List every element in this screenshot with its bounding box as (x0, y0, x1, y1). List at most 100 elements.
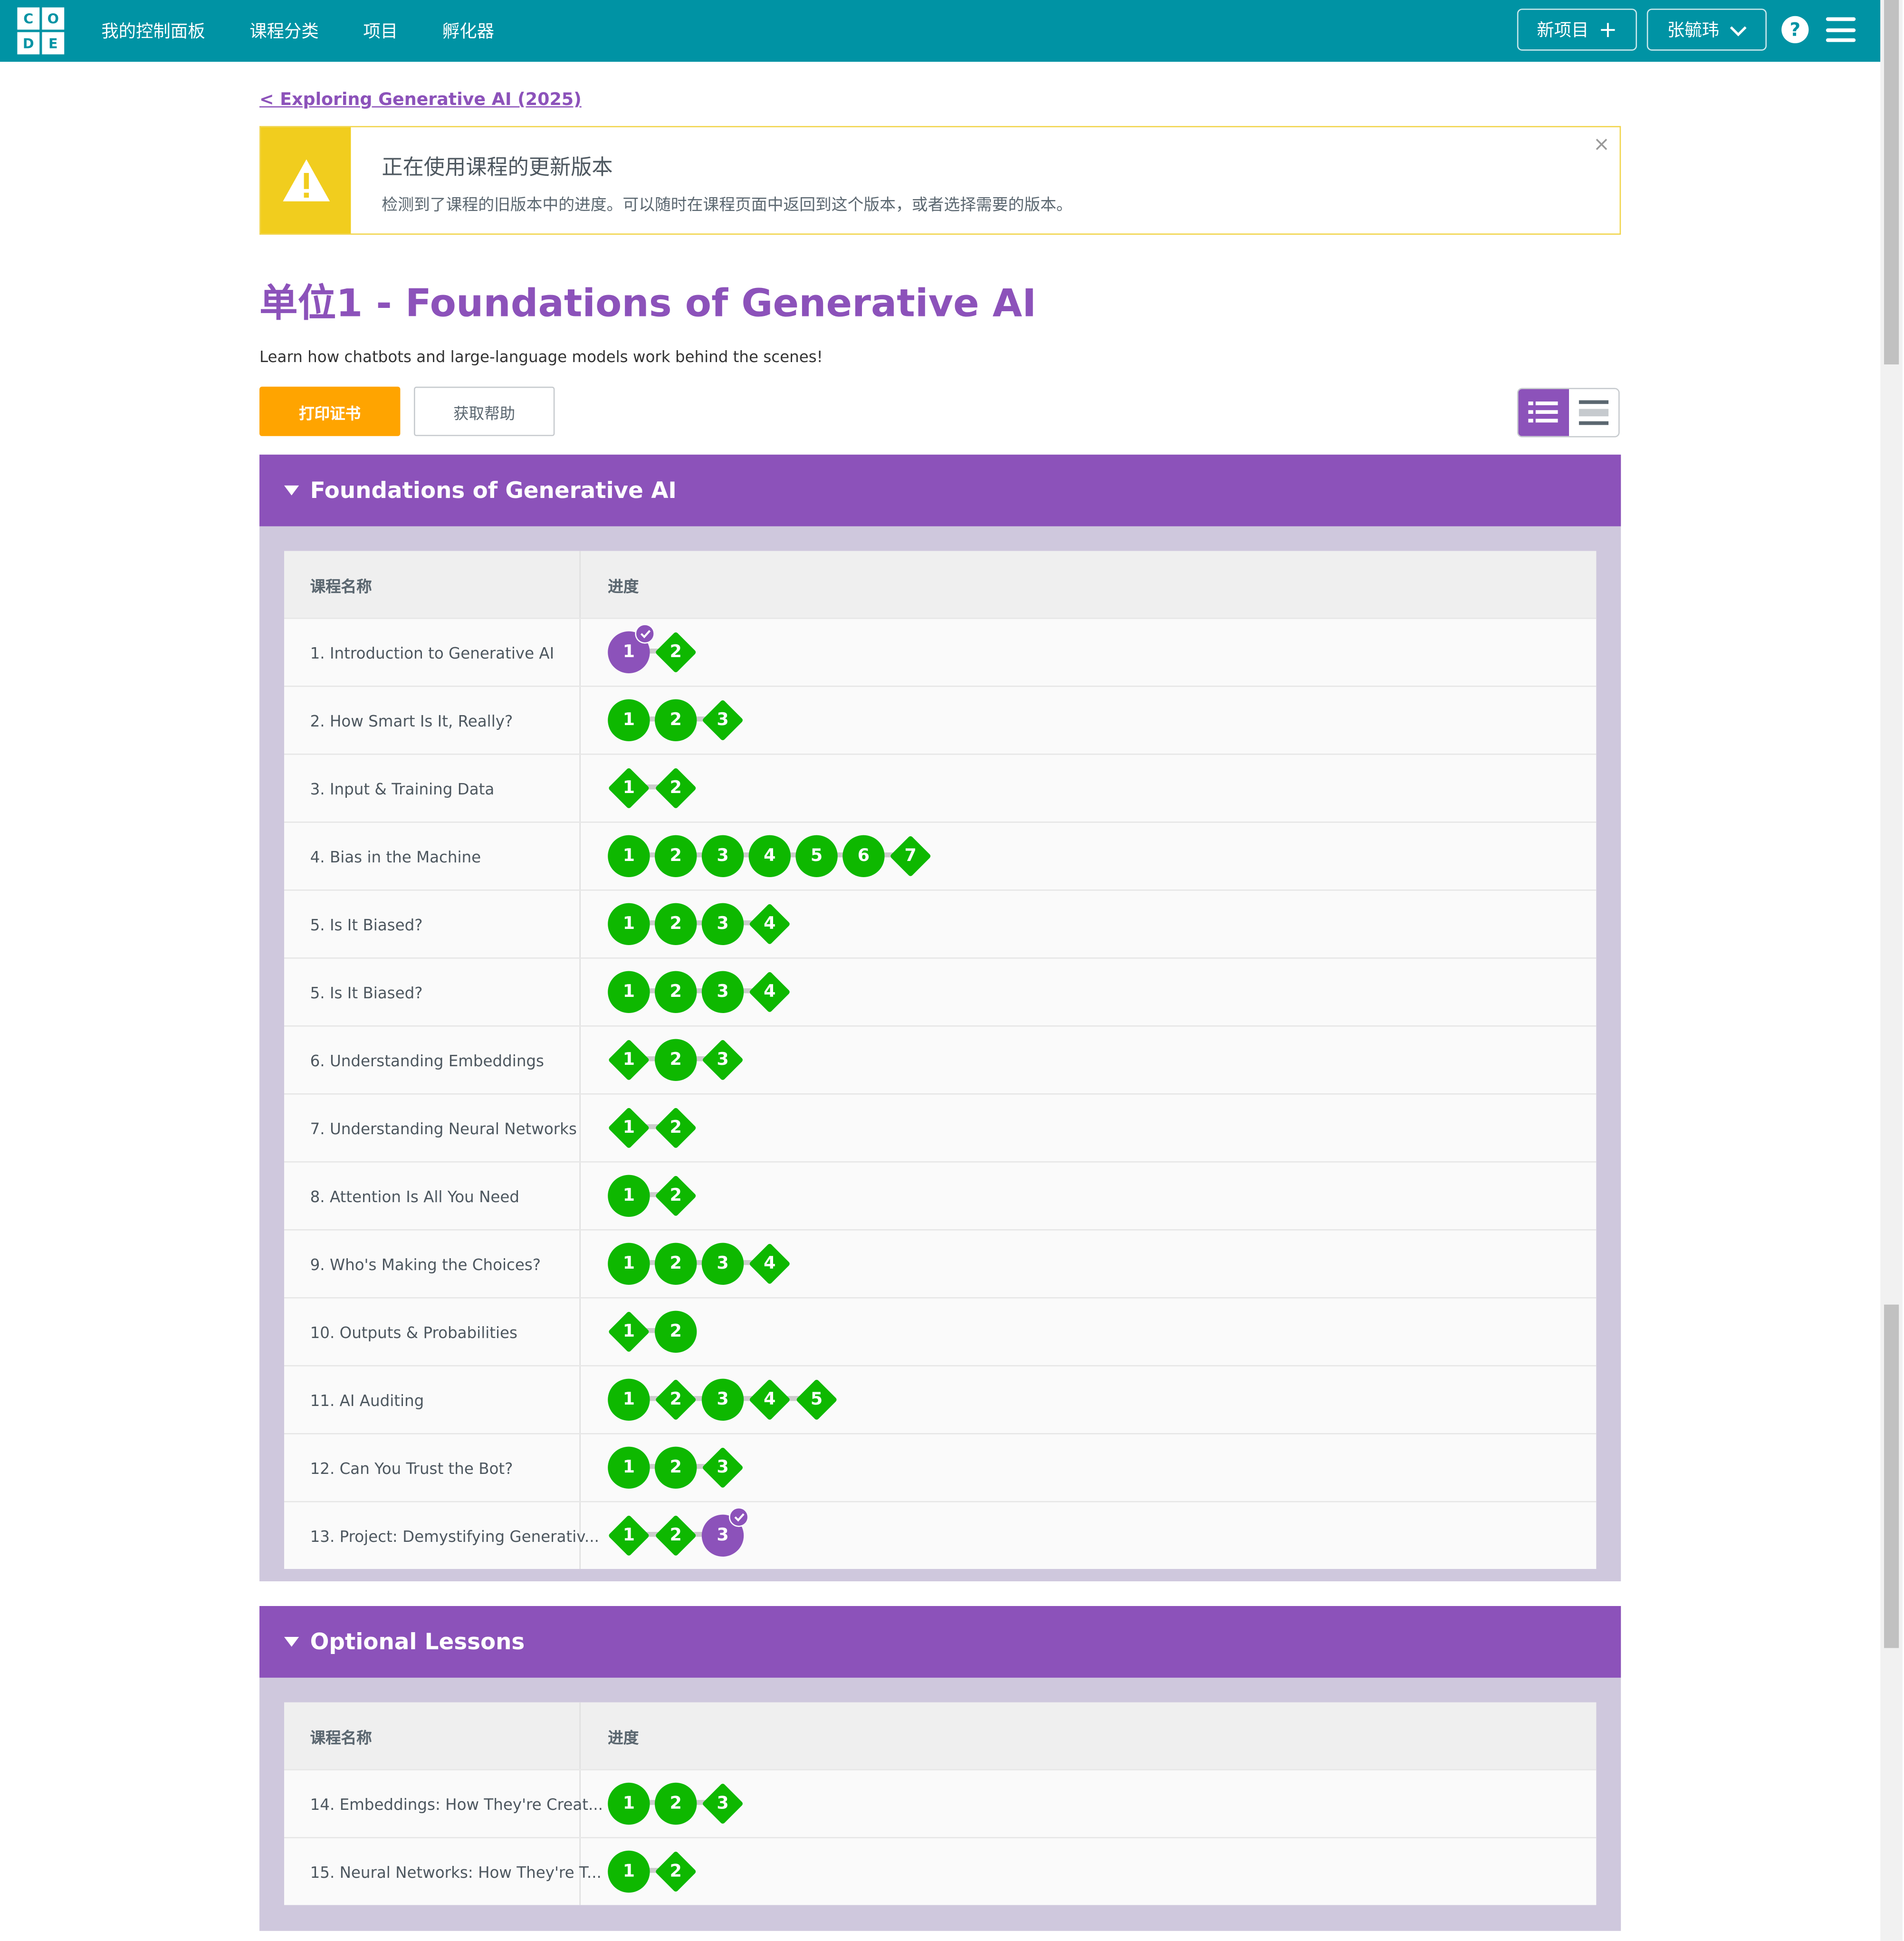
level-bubble-diamond[interactable]: 1 (608, 1514, 650, 1557)
page-scrollbar[interactable] (1880, 0, 1903, 1941)
level-bubble[interactable]: 1 (608, 1175, 650, 1217)
lesson-row: 15. Neural Networks: How They're T... 1 2 (284, 1837, 1597, 1905)
lesson-name-link[interactable]: 3. Input & Training Data (284, 755, 581, 822)
get-help-button[interactable]: 获取帮助 (413, 386, 555, 436)
lesson-name-link[interactable]: 14. Embeddings: How They're Creat... (284, 1770, 603, 1837)
level-bubble[interactable]: 1 (608, 624, 655, 673)
level-bubble[interactable]: 1 (608, 1243, 650, 1285)
level-bubble[interactable]: 2 (655, 971, 697, 1013)
nav-link-incubator[interactable]: 孵化器 (442, 19, 494, 43)
close-icon[interactable]: × (1593, 132, 1610, 155)
lesson-name-link[interactable]: 11. AI Auditing (284, 1366, 581, 1433)
nav-link-course-catalog[interactable]: 课程分类 (249, 19, 319, 43)
help-icon[interactable]: ? (1781, 16, 1809, 43)
level-bubble-diamond[interactable]: 3 (701, 699, 744, 741)
level-bubble-diamond[interactable]: 2 (655, 631, 697, 673)
level-bubble-diamond[interactable]: 7 (890, 835, 932, 877)
level-bubble-diamond[interactable]: 2 (655, 1107, 697, 1149)
lesson-name-link[interactable]: 4. Bias in the Machine (284, 822, 581, 889)
level-bubble-diamond[interactable]: 2 (655, 767, 697, 809)
level-bubble[interactable]: 1 (608, 903, 650, 945)
level-bubble-diamond[interactable]: 4 (748, 903, 791, 945)
level-bubble[interactable]: 5 (795, 835, 838, 877)
lesson-name-link[interactable]: 12. Can You Trust the Bot? (284, 1434, 581, 1501)
lesson-name-link[interactable]: 6. Understanding Embeddings (284, 1026, 581, 1093)
lesson-name-link[interactable]: 13. Project: Demystifying Generativ... (284, 1502, 599, 1569)
level-bubble[interactable]: 1 (608, 835, 650, 877)
level-bubble-diamond[interactable]: 1 (608, 1039, 650, 1081)
lesson-name-link[interactable]: 15. Neural Networks: How They're T... (284, 1838, 602, 1905)
lesson-group-header[interactable]: Optional Lessons (259, 1606, 1621, 1678)
level-bubble-diamond[interactable]: 1 (608, 767, 650, 809)
lesson-name-link[interactable]: 9. Who's Making the Choices? (284, 1230, 581, 1297)
lesson-group-title: Optional Lessons (310, 1629, 525, 1655)
detail-view-button[interactable] (1518, 389, 1569, 436)
level-bubble[interactable]: 2 (655, 1446, 697, 1489)
lesson-name-link[interactable]: 5. Is It Biased? (284, 890, 581, 957)
level-bubble[interactable]: 1 (608, 699, 650, 741)
level-bubble-diamond[interactable]: 4 (748, 1243, 791, 1285)
level-bubble[interactable]: 1 (608, 1446, 650, 1489)
nav-link-projects[interactable]: 项目 (363, 19, 398, 43)
caret-down-icon (284, 1636, 299, 1647)
level-bubble[interactable]: 3 (701, 835, 744, 877)
level-bubble[interactable]: 1 (608, 1378, 650, 1421)
level-bubble[interactable]: 3 (701, 903, 744, 945)
level-bubble[interactable]: 3 (701, 1507, 749, 1557)
progress-bubbles: 12 (608, 1175, 702, 1217)
level-bubble-diamond[interactable]: 3 (701, 1782, 744, 1825)
lesson-progress-cell: 12 (582, 755, 1597, 822)
lesson-name-link[interactable]: 5. Is It Biased? (284, 958, 581, 1025)
level-bubble[interactable]: 3 (701, 1378, 744, 1421)
level-bubble[interactable]: 1 (608, 1850, 650, 1893)
level-bubble-diamond[interactable]: 2 (655, 1514, 697, 1557)
lesson-name-link[interactable]: 8. Attention Is All You Need (284, 1162, 581, 1229)
level-bubble[interactable]: 2 (655, 1782, 697, 1825)
level-bubble[interactable]: 2 (655, 1039, 697, 1081)
new-project-button[interactable]: 新项目 + (1517, 9, 1637, 51)
lesson-name-link[interactable]: 7. Understanding Neural Networks (284, 1094, 581, 1161)
version-notice-banner: 正在使用课程的更新版本 检测到了课程的旧版本中的进度。可以随时在课程页面中返回到… (259, 126, 1621, 235)
nav-link-dashboard[interactable]: 我的控制面板 (101, 19, 205, 43)
level-bubble-diamond[interactable]: 4 (748, 1378, 791, 1421)
scrollbar-thumb[interactable] (1884, 0, 1899, 364)
level-bubble[interactable]: 4 (748, 835, 791, 877)
scrollbar-thumb[interactable] (1884, 1304, 1899, 1648)
summary-view-button[interactable] (1568, 389, 1618, 436)
lesson-group-header[interactable]: Foundations of Generative AI (259, 454, 1621, 526)
level-bubble[interactable]: 2 (655, 1310, 697, 1353)
level-bubble[interactable]: 2 (655, 699, 697, 741)
code-logo[interactable]: C O D E (17, 7, 65, 55)
level-bubble[interactable]: 3 (701, 971, 744, 1013)
level-bubble[interactable]: 1 (608, 1782, 650, 1825)
level-bubble-diamond[interactable]: 1 (608, 1107, 650, 1149)
notice-body: 检测到了课程的旧版本中的进度。可以随时在课程页面中返回到这个版本，或者选择需要的… (382, 196, 1072, 215)
level-bubble-diamond[interactable]: 2 (655, 1175, 697, 1217)
list-summary-icon (1579, 400, 1608, 425)
back-to-course-link[interactable]: < Exploring Generative AI (2025) (259, 90, 582, 110)
print-certificate-button[interactable]: 打印证书 (259, 386, 401, 436)
lesson-name-link[interactable]: 2. How Smart Is It, Really? (284, 687, 581, 754)
lesson-table: 课程名称 进度 14. Embeddings: How They're Crea… (284, 1702, 1597, 1905)
level-bubble-diamond[interactable]: 2 (655, 1850, 697, 1893)
user-menu-button[interactable]: 张毓玮 (1646, 9, 1767, 51)
lesson-name-link[interactable]: 1. Introduction to Generative AI (284, 619, 581, 686)
hamburger-menu-icon[interactable] (1826, 17, 1856, 42)
level-bubble-diamond[interactable]: 4 (748, 971, 791, 1013)
level-bubble-diamond[interactable]: 3 (701, 1039, 744, 1081)
level-bubble-diamond[interactable]: 3 (701, 1446, 744, 1489)
lesson-name-link[interactable]: 10. Outputs & Probabilities (284, 1298, 581, 1365)
level-number: 1 (622, 846, 635, 866)
level-bubble[interactable]: 1 (608, 971, 650, 1013)
level-bubble[interactable]: 2 (655, 903, 697, 945)
user-name: 张毓玮 (1667, 21, 1719, 41)
level-bubble-diamond[interactable]: 1 (608, 1310, 650, 1353)
level-bubble-diamond[interactable]: 5 (795, 1378, 838, 1421)
lesson-row: 4. Bias in the Machine 1 2 3 4 5 6 7 (284, 821, 1597, 889)
level-bubble[interactable]: 3 (701, 1243, 744, 1285)
top-nav-bar: C O D E 我的控制面板 课程分类 项目 孵化器 新项目 + 张毓玮 ? (0, 0, 1881, 62)
level-bubble[interactable]: 6 (842, 835, 885, 877)
level-bubble-diamond[interactable]: 2 (655, 1378, 697, 1421)
level-bubble[interactable]: 2 (655, 1243, 697, 1285)
level-bubble[interactable]: 2 (655, 835, 697, 877)
